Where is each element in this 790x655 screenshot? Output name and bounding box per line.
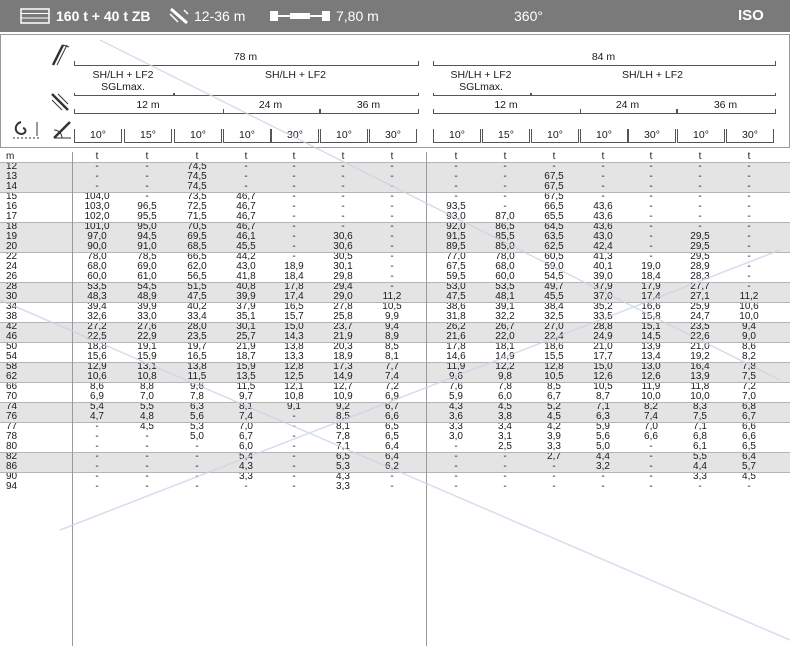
jib-angle-label: 10° [223,129,271,143]
load-value: - [503,481,507,492]
load-value: - [698,481,702,492]
load-chart: 160 t + 40 t ZB 12-36 m 7,80 m 360° ISO [0,0,790,655]
row-separator [0,342,790,343]
load-value: 3,3 [336,481,350,492]
load-value: - [292,481,296,492]
column-separator [426,152,427,646]
row-separator [0,322,790,323]
main-boom-bracket [74,61,419,66]
jib-angle-label: 30° [628,129,676,143]
track-width-label: 7,80 m [336,8,379,24]
config-bracket [174,93,419,96]
radius-value: 94 [6,481,18,492]
load-value: - [95,481,99,492]
config-bracket [433,93,531,96]
row-separator [0,192,790,193]
row-separator [0,472,790,473]
superlift-radius-icon [169,7,189,25]
counterweight-icon [20,8,50,24]
load-value: - [552,481,556,492]
jib-length-bracket [223,109,320,114]
table-header: 78 m 84 m SH/LH + LF2 SGLmax. SH/LH + LF2 SH/… [0,34,790,148]
jib-angle-label: 30° [271,129,319,143]
config-bracket [74,93,174,96]
main-boom-bracket [433,61,776,66]
row-separator [0,452,790,453]
jib-length-bracket [580,109,677,114]
load-value: - [244,481,248,492]
row-separator [0,282,790,283]
row-separator [0,402,790,403]
load-value: - [649,481,653,492]
row-separator [0,162,790,163]
jib-angle-icon [53,121,71,139]
load-value: - [601,481,605,492]
jib-angle-label: 10° [531,129,579,143]
jib-angle-label: 10° [580,129,628,143]
jib-angle-label: 10° [433,129,481,143]
jib-angle-label: 30° [726,129,774,143]
jib-angle-label: 30° [369,129,417,143]
standard-label: ISO [738,7,764,24]
config-sublabel: SGLmax. [101,81,145,93]
jib-angle-label: 15° [124,129,172,143]
row-separator [0,252,790,253]
jib-length-bracket [433,109,581,114]
jib-angle-label: 10° [320,129,368,143]
row-separator [0,222,790,223]
load-value: - [390,481,394,492]
jib-angle-label: 10° [677,129,725,143]
config-label: SH/LH + LF2 [622,69,683,81]
config-bracket [531,93,776,96]
load-value: - [145,481,149,492]
jib-length-bracket [320,109,419,114]
load-value: - [195,481,199,492]
jib-angle-label: 10° [74,129,122,143]
crawler-track-icon [270,11,330,21]
superlift-radius-label: 12-36 m [194,8,246,24]
jib-length-bracket [677,109,776,114]
jib-angle-label: 15° [482,129,530,143]
row-separator [0,382,790,383]
top-bar: 160 t + 40 t ZB 12-36 m 7,80 m 360° ISO [0,0,790,32]
hook-radius-icon [13,121,39,139]
config-label: SH/LH + LF2 [265,69,326,81]
row-separator [0,422,790,423]
jib-angle-label: 10° [174,129,222,143]
config-sublabel: SGLmax. [459,81,503,93]
main-boom-icon [51,44,70,66]
config-label: SH/LH + LF2 [92,69,154,81]
row-separator [0,302,790,303]
load-value: - [747,481,751,492]
row-separator [0,362,790,363]
load-value: - [454,481,458,492]
jib-length-bracket [74,109,224,114]
column-separator [72,152,73,646]
counterweight-label: 160 t + 40 t ZB [56,8,151,24]
config-label: SH/LH + LF2 [450,69,512,81]
luffing-jib-icon [51,93,69,111]
slewing-label: 360° [514,8,543,24]
